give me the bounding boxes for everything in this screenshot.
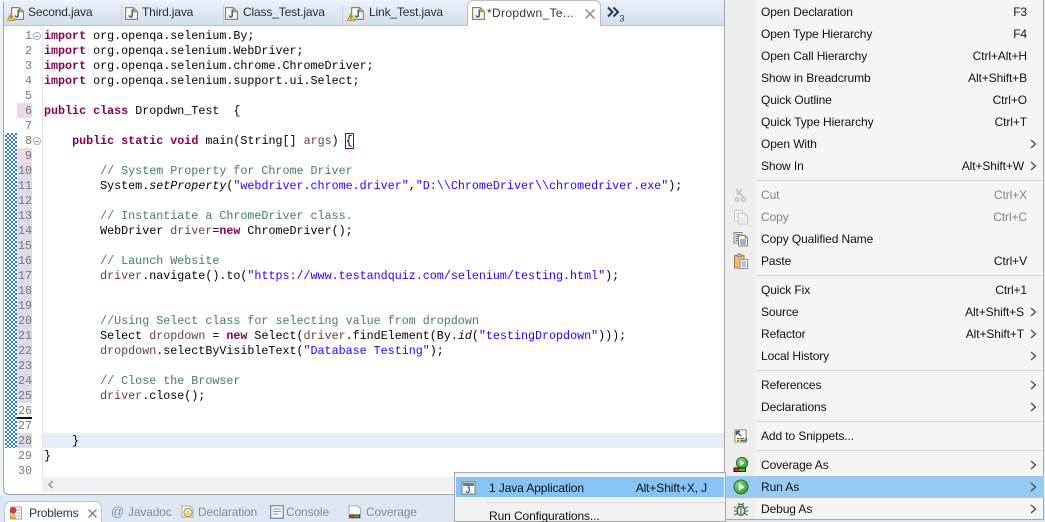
svg-text:3: 3	[620, 14, 625, 24]
svg-text:a: a	[186, 510, 190, 517]
svg-text:J: J	[466, 485, 471, 495]
